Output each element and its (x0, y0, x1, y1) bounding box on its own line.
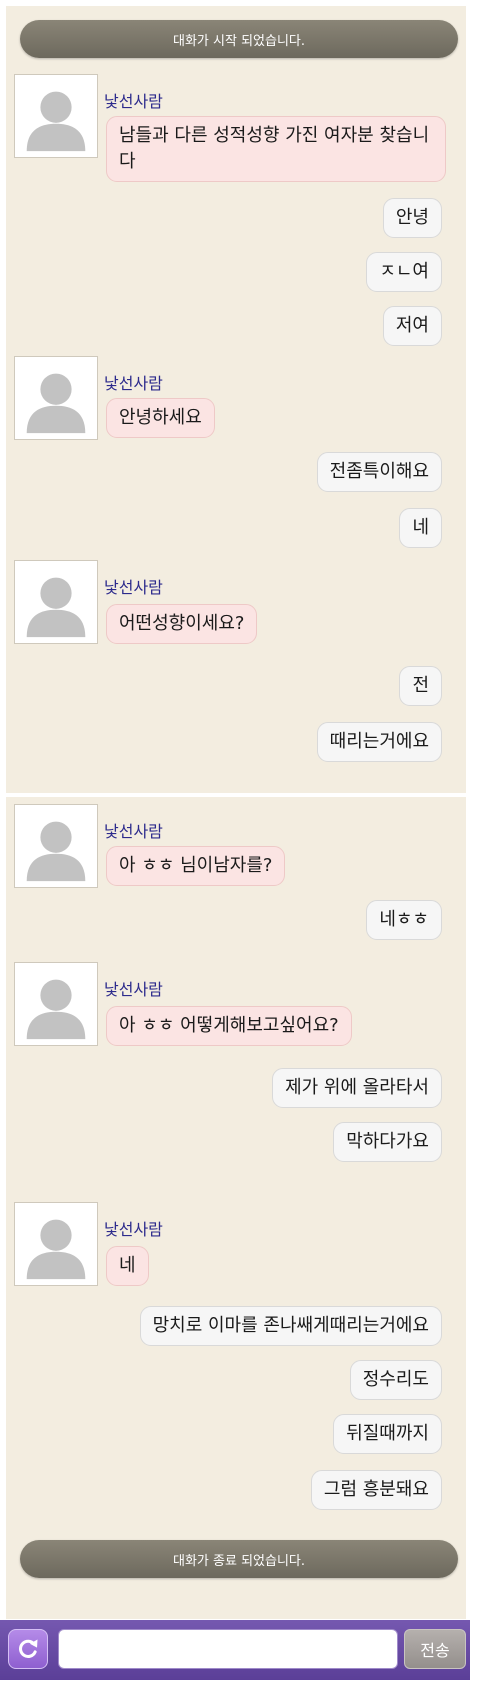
chat-end-notice: 대화가 종료 되었습니다. (20, 1540, 458, 1578)
chat-start-notice: 대화가 시작 되었습니다. (20, 20, 458, 58)
message-bubble-outgoing: 정수리도 (349, 1360, 442, 1400)
message-bubble-incoming: 아 ㅎㅎ 어떻게해보고싶어요? (106, 1006, 352, 1046)
refresh-icon (19, 1639, 38, 1658)
sender-name: 낯선사람 (104, 92, 163, 111)
stranger-avatar[interactable] (14, 560, 98, 644)
message-bubble-incoming: 네 (106, 1246, 149, 1286)
user-silhouette-icon (15, 805, 97, 887)
message-bubble-outgoing: 망치로 이마를 존나쌔게때리는거에요 (139, 1306, 442, 1346)
user-silhouette-icon (15, 561, 97, 643)
refresh-button[interactable] (8, 1629, 48, 1669)
user-silhouette-icon (15, 963, 97, 1045)
sender-name: 낯선사람 (104, 578, 163, 597)
user-silhouette-icon (15, 1203, 97, 1285)
stranger-avatar[interactable] (14, 356, 98, 440)
message-bubble-incoming: 어떤성향이세요? (106, 604, 258, 644)
message-bubble-outgoing: 뒤질때까지 (333, 1414, 442, 1454)
message-bubble-outgoing: 막하다가요 (333, 1122, 442, 1162)
message-bubble-outgoing: 전 (399, 666, 442, 706)
sender-name: 낯선사람 (104, 822, 163, 841)
user-silhouette-icon (15, 75, 97, 157)
chat-panel: 낯선사람 아 ㅎㅎ 님이남자를? 네ㅎㅎ 낯선사람 아 ㅎㅎ 어떻게해보고싶어요… (6, 797, 466, 1619)
sender-name: 낯선사람 (104, 1220, 163, 1239)
message-bubble-incoming: 아 ㅎㅎ 님이남자를? (106, 846, 286, 886)
message-input[interactable] (58, 1629, 398, 1669)
sender-name: 낯선사람 (104, 374, 163, 393)
message-bubble-outgoing: 때리는거에요 (316, 722, 442, 762)
message-bubble-outgoing: ㅈㄴ여 (366, 252, 442, 292)
message-bubble-outgoing: 그럼 흥분돼요 (310, 1470, 442, 1510)
chat-panel: 대화가 시작 되었습니다. 낯선사람 남들과 다른 성적성향 가진 여자분 찾습… (6, 6, 466, 793)
stranger-avatar[interactable] (14, 962, 98, 1046)
message-input-bar: 전송 (0, 1620, 470, 1680)
message-bubble-outgoing: 저여 (382, 306, 442, 346)
message-bubble-outgoing: 전좀특이해요 (316, 452, 442, 492)
message-bubble-incoming: 안녕하세요 (106, 398, 215, 438)
stranger-avatar[interactable] (14, 804, 98, 888)
message-bubble-outgoing: 네 (399, 508, 442, 548)
message-bubble-outgoing: 네ㅎㅎ (366, 900, 442, 940)
message-bubble-outgoing: 제가 위에 올라타서 (272, 1068, 442, 1108)
user-silhouette-icon (15, 357, 97, 439)
sender-name: 낯선사람 (104, 980, 163, 999)
message-bubble-outgoing: 안녕 (382, 198, 442, 238)
message-bubble-incoming: 남들과 다른 성적성향 가진 여자분 찾습니다 (106, 116, 446, 182)
stranger-avatar[interactable] (14, 1202, 98, 1286)
send-button[interactable]: 전송 (404, 1629, 466, 1669)
stranger-avatar[interactable] (14, 74, 98, 158)
